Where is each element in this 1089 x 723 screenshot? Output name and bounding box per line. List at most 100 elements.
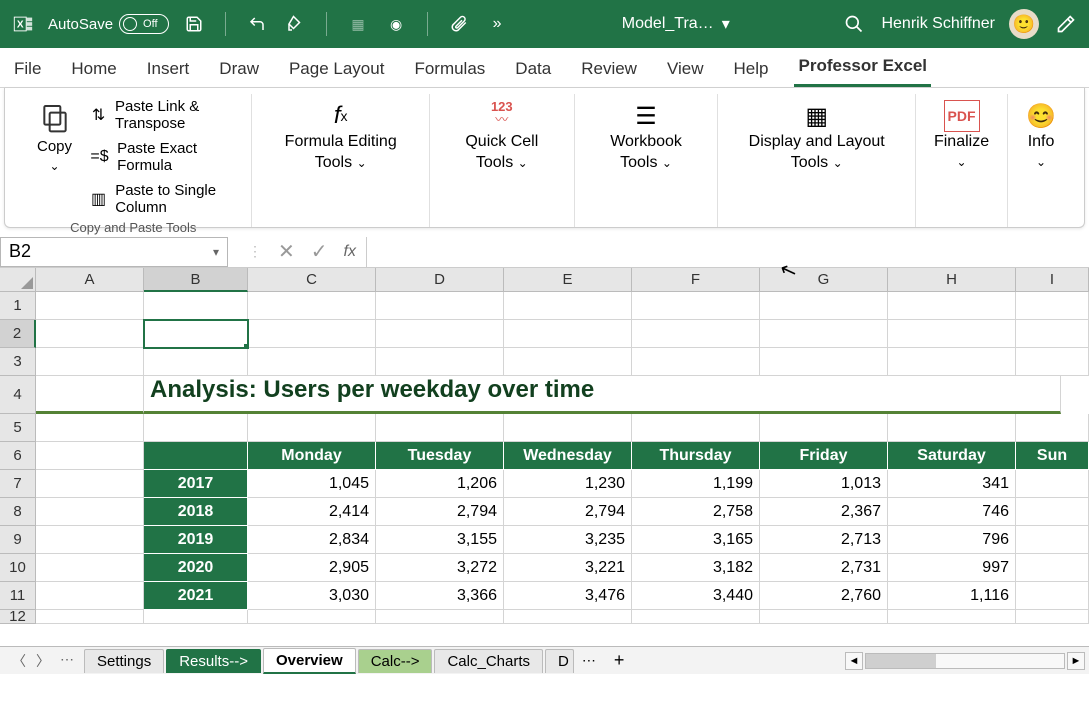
- sheet-tab-settings[interactable]: Settings: [84, 649, 164, 673]
- cell[interactable]: [632, 292, 760, 320]
- row-header[interactable]: 10: [0, 554, 36, 582]
- cell[interactable]: [632, 414, 760, 442]
- tab-help[interactable]: Help: [730, 51, 773, 87]
- new-sheet-button[interactable]: +: [604, 650, 635, 671]
- data-cell[interactable]: 997: [888, 554, 1016, 582]
- data-cell[interactable]: 746: [888, 498, 1016, 526]
- spreadsheet-grid[interactable]: A B C D E F G H I 1 2 3 4Analysis: Users…: [0, 268, 1089, 646]
- pencil-icon[interactable]: [1053, 11, 1079, 37]
- cell[interactable]: [760, 292, 888, 320]
- cell[interactable]: [1016, 414, 1089, 442]
- cell[interactable]: [144, 348, 248, 376]
- formula-editing-tools[interactable]: fx Formula Editing Tools ⌄: [252, 94, 428, 227]
- cell[interactable]: [760, 348, 888, 376]
- cell[interactable]: [376, 348, 504, 376]
- col-header-D[interactable]: D: [376, 268, 504, 292]
- paste-exact-formula[interactable]: =$Paste Exact Formula: [90, 140, 237, 174]
- cell[interactable]: [888, 610, 1016, 624]
- cell[interactable]: [760, 610, 888, 624]
- data-cell[interactable]: [1016, 554, 1089, 582]
- undo-icon[interactable]: [244, 11, 270, 37]
- cell[interactable]: [1016, 320, 1089, 348]
- data-cell[interactable]: 3,366: [376, 582, 504, 610]
- cell[interactable]: [36, 526, 144, 554]
- row-header[interactable]: 6: [0, 442, 36, 470]
- data-cell[interactable]: 3,476: [504, 582, 632, 610]
- cell[interactable]: [36, 442, 144, 470]
- cell[interactable]: [888, 348, 1016, 376]
- cell[interactable]: [248, 320, 376, 348]
- tab-page-layout[interactable]: Page Layout: [285, 51, 388, 87]
- data-cell[interactable]: 2,731: [760, 554, 888, 582]
- data-cell[interactable]: 2,713: [760, 526, 888, 554]
- cell[interactable]: [888, 414, 1016, 442]
- cell[interactable]: [376, 320, 504, 348]
- tab-professor-excel[interactable]: Professor Excel: [794, 48, 931, 87]
- data-cell[interactable]: 341: [888, 470, 1016, 498]
- cell[interactable]: [36, 498, 144, 526]
- cell[interactable]: [632, 610, 760, 624]
- cell[interactable]: [248, 348, 376, 376]
- cell[interactable]: [888, 292, 1016, 320]
- cell[interactable]: [504, 414, 632, 442]
- attach-icon[interactable]: [446, 11, 472, 37]
- info-button[interactable]: 😊 Info ⌄: [1008, 94, 1074, 227]
- cell-title[interactable]: Analysis: Users per weekday over time: [144, 376, 1061, 414]
- cell[interactable]: [1016, 348, 1089, 376]
- cell-B2[interactable]: [144, 320, 248, 348]
- cell[interactable]: [36, 414, 144, 442]
- user-name[interactable]: Henrik Schiffner: [881, 15, 995, 33]
- row-header[interactable]: 12: [0, 610, 36, 624]
- col-header-H[interactable]: H: [888, 268, 1016, 292]
- col-header-B[interactable]: B: [144, 268, 248, 292]
- data-cell[interactable]: 3,221: [504, 554, 632, 582]
- year-cell[interactable]: 2020: [144, 554, 248, 582]
- data-cell[interactable]: [1016, 526, 1089, 554]
- col-header-E[interactable]: E: [504, 268, 632, 292]
- sheet-overflow-icon[interactable]: ⋯: [576, 652, 602, 669]
- cell[interactable]: [248, 610, 376, 624]
- title-dropdown-icon[interactable]: ▾: [722, 14, 730, 34]
- select-all-cell[interactable]: [0, 268, 36, 292]
- cell[interactable]: [144, 610, 248, 624]
- table-header[interactable]: Wednesday: [504, 442, 632, 470]
- cell[interactable]: [36, 292, 144, 320]
- cell[interactable]: [144, 414, 248, 442]
- tab-formulas[interactable]: Formulas: [410, 51, 489, 87]
- tab-review[interactable]: Review: [577, 51, 641, 87]
- cell[interactable]: [760, 414, 888, 442]
- cell[interactable]: [36, 554, 144, 582]
- display-layout-tools[interactable]: ▦ Display and Layout Tools ⌄: [718, 94, 915, 227]
- cell[interactable]: [760, 320, 888, 348]
- data-cell[interactable]: 796: [888, 526, 1016, 554]
- data-cell[interactable]: 3,272: [376, 554, 504, 582]
- row-header[interactable]: 1: [0, 292, 36, 320]
- user-avatar[interactable]: 🙂: [1009, 9, 1039, 39]
- row-header[interactable]: 4: [0, 376, 36, 414]
- tab-data[interactable]: Data: [511, 51, 555, 87]
- fx-icon[interactable]: fx: [344, 243, 356, 261]
- name-box[interactable]: B2 ▾: [0, 237, 228, 267]
- col-header-G[interactable]: G: [760, 268, 888, 292]
- cell[interactable]: [888, 320, 1016, 348]
- sheet-nav-more[interactable]: ⋯: [60, 651, 74, 671]
- tab-file[interactable]: File: [10, 51, 45, 87]
- year-cell[interactable]: 2019: [144, 526, 248, 554]
- data-cell[interactable]: 1,199: [632, 470, 760, 498]
- cell[interactable]: [248, 292, 376, 320]
- paste-link-transpose[interactable]: ⇅Paste Link & Transpose: [90, 98, 237, 132]
- table-header[interactable]: Sun: [1016, 442, 1089, 470]
- dots-icon[interactable]: ⋮: [248, 243, 262, 260]
- save-icon[interactable]: [181, 11, 207, 37]
- cell[interactable]: [504, 320, 632, 348]
- sheet-tab-calc[interactable]: Calc-->: [358, 649, 433, 673]
- data-cell[interactable]: 2,905: [248, 554, 376, 582]
- data-cell[interactable]: 3,235: [504, 526, 632, 554]
- cell[interactable]: [376, 414, 504, 442]
- data-cell[interactable]: 1,045: [248, 470, 376, 498]
- cell[interactable]: [376, 292, 504, 320]
- data-cell[interactable]: 1,116: [888, 582, 1016, 610]
- record-icon[interactable]: ◉: [383, 11, 409, 37]
- year-cell[interactable]: 2017: [144, 470, 248, 498]
- paste-single-column[interactable]: ▥Paste to Single Column: [90, 182, 237, 216]
